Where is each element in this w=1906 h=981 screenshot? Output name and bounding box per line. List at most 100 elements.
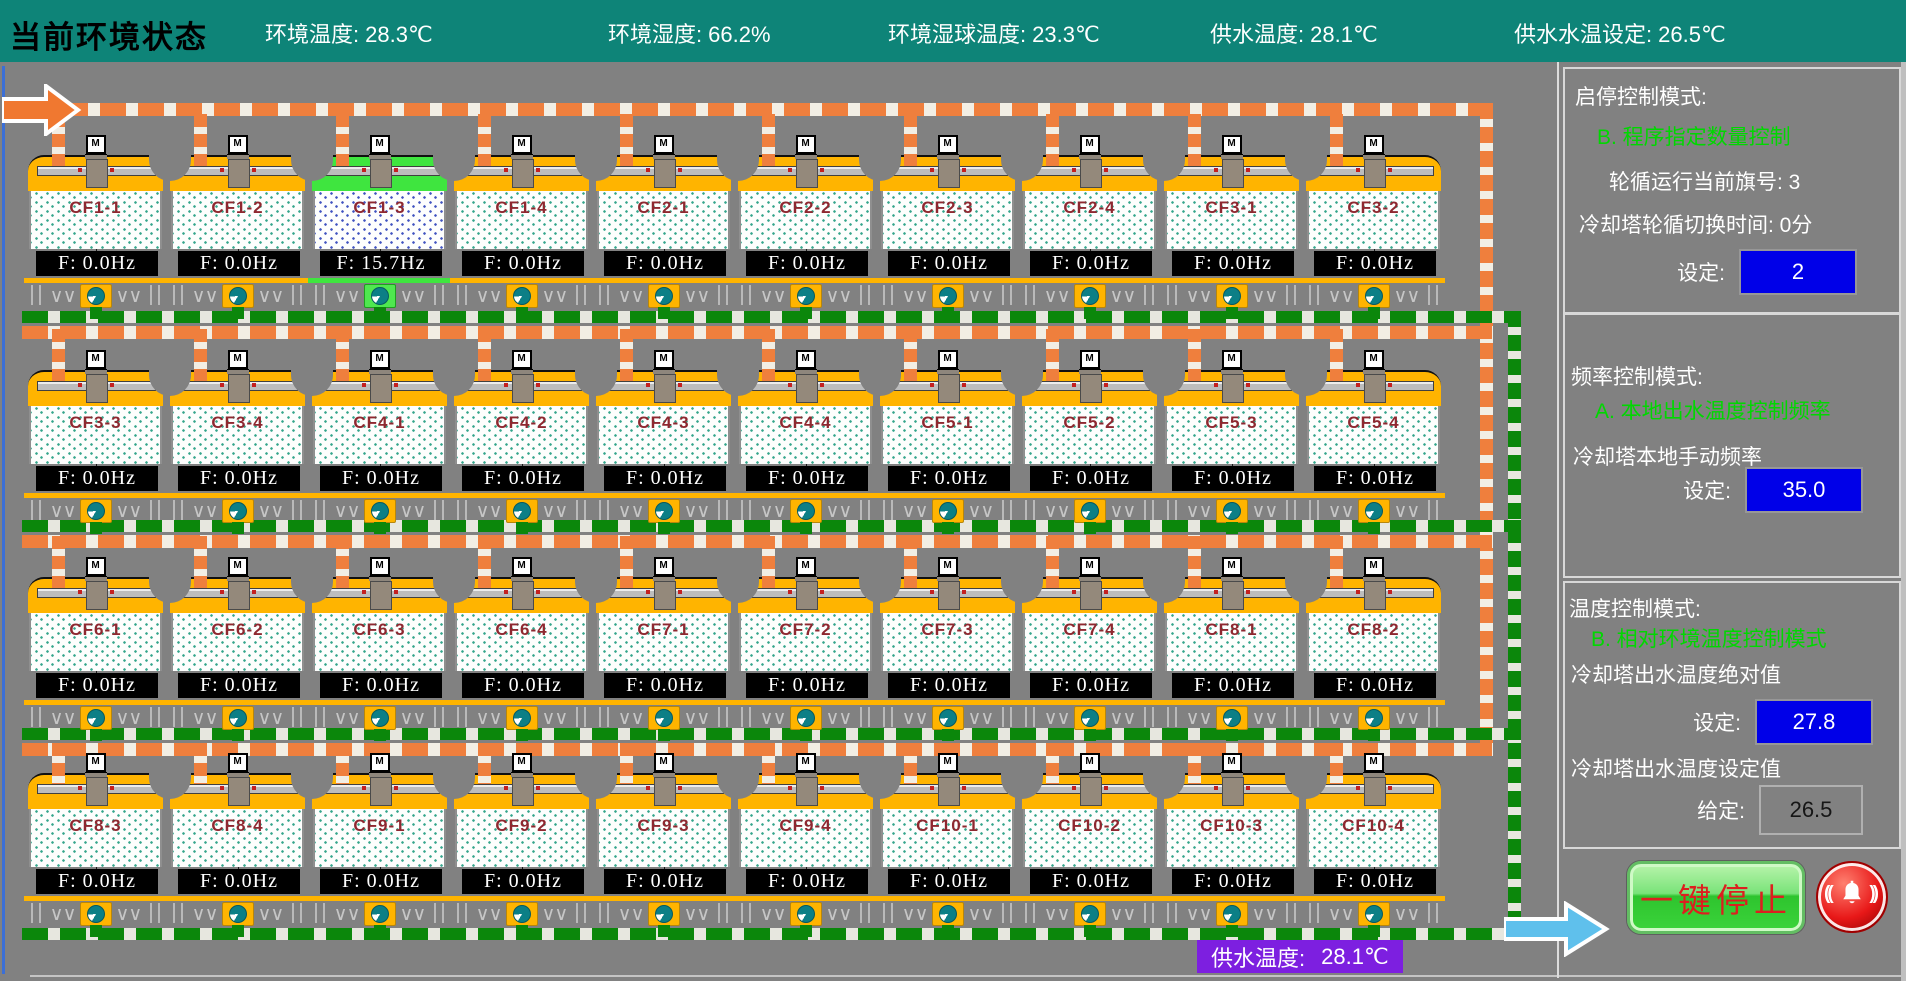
fan-deck [1164,773,1299,809]
supply-pipe-stub [478,329,491,381]
cooling-tower[interactable]: M CF7-2 F: 0.0Hz ∨∨ ∨∨ [738,557,873,743]
cooling-tower[interactable]: M CF8-4 F: 0.0Hz ∨∨ ∨∨ [170,753,305,939]
cooling-tower[interactable]: M CF10-2 F: 0.0Hz ∨∨ ∨∨ [1022,753,1157,939]
tower-count-setpoint-input[interactable]: 2 [1739,249,1857,295]
tower-base: ∨∨ ∨∨ [170,283,305,309]
fan-hub [370,777,392,806]
supply-pipe-stub [904,743,917,784]
fan-deck [170,155,305,191]
cooling-tower[interactable]: M CF6-1 F: 0.0Hz ∨∨ ∨∨ [28,557,163,743]
fan-deck [28,577,163,613]
tower-base: ∨∨ ∨∨ [596,498,731,524]
cooling-tower[interactable]: M CF5-4 F: 0.0Hz ∨∨ ∨∨ [1306,350,1441,536]
tower-label: CF4-3 [599,413,728,433]
cooling-tower[interactable]: M CF8-2 F: 0.0Hz ∨∨ ∨∨ [1306,557,1441,743]
cooling-tower[interactable]: M CF5-2 F: 0.0Hz ∨∨ ∨∨ [1022,350,1157,536]
outlet-temp-given-value[interactable]: 26.5 [1759,785,1863,835]
fan-hub [512,581,534,610]
cooling-tower[interactable]: M CF2-2 F: 0.0Hz ∨∨ ∨∨ [738,135,873,321]
frequency-display: F: 0.0Hz [888,251,1010,276]
cooling-tower[interactable]: M CF8-3 F: 0.0Hz ∨∨ ∨∨ [28,753,163,939]
alarm-bell-icon[interactable]: (( )) [1816,861,1888,933]
fan-motor-icon: M [511,753,533,774]
fan-motor-icon: M [1221,557,1243,578]
fan-hub [512,777,534,806]
cooling-tower[interactable]: M CF4-2 F: 0.0Hz ∨∨ ∨∨ [454,350,589,536]
stat-wet-bulb-temperature: 环境湿球温度:23.3℃ [888,17,1100,49]
cooling-tower[interactable]: M CF8-1 F: 0.0Hz ∨∨ ∨∨ [1164,557,1299,743]
cooling-tower[interactable]: M CF2-3 F: 0.0Hz ∨∨ ∨∨ [880,135,1015,321]
cooling-tower[interactable]: M CF10-1 F: 0.0Hz ∨∨ ∨∨ [880,753,1015,939]
cooling-tower[interactable]: M CF9-3 F: 0.0Hz ∨∨ ∨∨ [596,753,731,939]
outlet-temp-setpoint-input[interactable]: 27.8 [1755,699,1873,745]
cooling-tower[interactable]: M CF5-3 F: 0.0Hz ∨∨ ∨∨ [1164,350,1299,536]
louver-icon: ∨∨ [902,709,928,728]
tower-body: CF4-3 [597,404,730,464]
tower-label: CF9-1 [315,816,444,836]
fan-hub [1080,581,1102,610]
cooling-tower[interactable]: M CF10-4 F: 0.0Hz ∨∨ ∨∨ [1306,753,1441,939]
pump-icon [932,902,964,926]
fan-motor-icon: M [369,753,391,774]
tower-label: CF9-3 [599,816,728,836]
fan-deck [312,773,447,809]
cooling-tower[interactable]: M CF9-4 F: 0.0Hz ∨∨ ∨∨ [738,753,873,939]
cooling-tower[interactable]: M CF6-3 F: 0.0Hz ∨∨ ∨∨ [312,557,447,743]
cooling-tower[interactable]: M CF6-2 F: 0.0Hz ∨∨ ∨∨ [170,557,305,743]
cooling-tower[interactable]: M CF1-2 F: 0.0Hz ∨∨ ∨∨ [170,135,305,321]
louver-icon: ∨∨ [684,905,710,924]
cooling-tower[interactable]: M CF1-3 F: 15.7Hz ∨∨ ∨∨ [312,135,447,321]
supply-pipe-stub [1046,114,1059,166]
fan-hub [1080,159,1102,188]
cooling-tower[interactable]: M CF9-1 F: 0.0Hz ∨∨ ∨∨ [312,753,447,939]
fan-hub [1364,374,1386,403]
cooling-tower[interactable]: M CF1-1 F: 0.0Hz ∨∨ ∨∨ [28,135,163,321]
tower-label: CF4-1 [315,413,444,433]
pump-icon [790,706,822,730]
cooling-tower[interactable]: M CF7-1 F: 0.0Hz ∨∨ ∨∨ [596,557,731,743]
supply-pipe-stub [194,329,207,381]
cooling-tower[interactable]: M CF4-4 F: 0.0Hz ∨∨ ∨∨ [738,350,873,536]
manual-frequency-setpoint-input[interactable]: 35.0 [1745,467,1863,513]
supply-pipe-stub [904,536,917,588]
cooling-tower[interactable]: M CF5-1 F: 0.0Hz ∨∨ ∨∨ [880,350,1015,536]
supply-temp-label: 供水温度: [1211,941,1305,973]
fan-deck [1164,577,1299,613]
one-key-stop-button[interactable]: 一键停止 [1627,861,1805,934]
tower-body: CF9-3 [597,807,730,867]
louver-icon: ∨∨ [50,502,76,521]
cooling-tower[interactable]: M CF7-3 F: 0.0Hz ∨∨ ∨∨ [880,557,1015,743]
cooling-tower[interactable]: M CF4-1 F: 0.0Hz ∨∨ ∨∨ [312,350,447,536]
cooling-tower[interactable]: M CF2-1 F: 0.0Hz ∨∨ ∨∨ [596,135,731,321]
fan-deck [28,155,163,191]
tower-label: CF2-2 [741,198,870,218]
fan-hub [228,374,250,403]
fan-motor-icon: M [511,350,533,371]
tower-base: ∨∨ ∨∨ [312,283,447,309]
frequency-display: F: 15.7Hz [320,251,442,276]
cooling-tower[interactable]: M CF10-3 F: 0.0Hz ∨∨ ∨∨ [1164,753,1299,939]
fan-motor-icon: M [795,350,817,371]
cooling-tower[interactable]: M CF1-4 F: 0.0Hz ∨∨ ∨∨ [454,135,589,321]
frequency-display: F: 0.0Hz [178,466,300,491]
fan-deck [880,155,1015,191]
cooling-tower[interactable]: M CF2-4 F: 0.0Hz ∨∨ ∨∨ [1022,135,1157,321]
fan-hub [512,159,534,188]
cooling-tower[interactable]: M CF4-3 F: 0.0Hz ∨∨ ∨∨ [596,350,731,536]
supply-pipe-row1 [62,103,1493,116]
cooling-tower[interactable]: M CF6-4 F: 0.0Hz ∨∨ ∨∨ [454,557,589,743]
tower-label: CF5-3 [1167,413,1296,433]
cooling-tower[interactable]: M CF3-4 F: 0.0Hz ∨∨ ∨∨ [170,350,305,536]
fan-motor-icon: M [653,135,675,156]
frequency-display: F: 0.0Hz [36,673,158,698]
louver-icon: ∨∨ [50,287,76,306]
tower-base: ∨∨ ∨∨ [596,705,731,731]
cooling-tower[interactable]: M CF3-3 F: 0.0Hz ∨∨ ∨∨ [28,350,163,536]
louver-icon: ∨∨ [476,502,502,521]
cooling-tower[interactable]: M CF3-1 F: 0.0Hz ∨∨ ∨∨ [1164,135,1299,321]
return-pipe-stub [90,307,102,319]
cooling-tower[interactable]: M CF9-2 F: 0.0Hz ∨∨ ∨∨ [454,753,589,939]
page-title: 当前环境状态 [10,12,208,57]
cooling-tower[interactable]: M CF3-2 F: 0.0Hz ∨∨ ∨∨ [1306,135,1441,321]
cooling-tower[interactable]: M CF7-4 F: 0.0Hz ∨∨ ∨∨ [1022,557,1157,743]
